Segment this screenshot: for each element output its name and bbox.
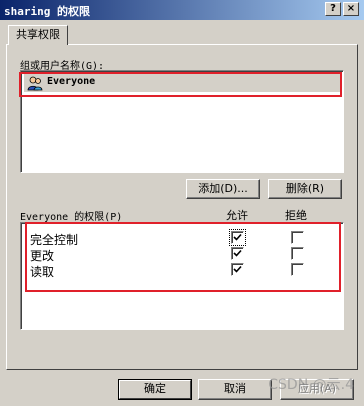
list-item-everyone[interactable]: Everyone [24, 74, 340, 92]
tab-share-permissions[interactable]: 共享权限 [8, 25, 68, 45]
title-bar[interactable]: sharing 的权限 ? × [0, 0, 364, 20]
permission-row-full-control: 完全控制 [21, 229, 343, 247]
user-group-icon [27, 76, 43, 91]
help-icon: ? [330, 3, 336, 14]
close-button[interactable]: × [343, 2, 359, 16]
help-button[interactable]: ? [325, 2, 341, 16]
apply-button-label: 应用(A) [297, 382, 337, 395]
permissions-dialog: sharing 的权限 ? × 共享权限 组或用户名称(G): Everyone… [0, 0, 364, 406]
checkmark-icon [233, 265, 242, 273]
apply-button[interactable]: 应用(A) [280, 379, 354, 400]
checkmark-icon [233, 233, 242, 241]
deny-header: 拒绝 [285, 209, 307, 222]
permission-row-read: 读取 [21, 262, 343, 279]
close-icon: × [346, 3, 356, 14]
deny-checkbox[interactable] [291, 263, 304, 276]
deny-checkbox[interactable] [291, 231, 304, 244]
deny-checkbox[interactable] [291, 247, 304, 260]
checkmark-icon [233, 249, 242, 257]
allow-header: 允许 [226, 209, 248, 222]
permissions-list: 完全控制 更改 读取 [20, 222, 344, 330]
groups-listbox[interactable]: Everyone [20, 70, 344, 173]
window-title: sharing 的权限 [4, 5, 90, 18]
add-button[interactable]: 添加(D)... [186, 179, 260, 199]
ok-button[interactable]: 确定 [118, 379, 192, 400]
permissions-label: Everyone 的权限(P) [20, 212, 123, 223]
remove-button-label: 删除(R) [285, 182, 325, 195]
permission-name: 读取 [30, 265, 55, 279]
allow-checkbox[interactable] [231, 263, 244, 276]
ok-button-label: 确定 [144, 382, 166, 395]
cancel-button[interactable]: 取消 [198, 379, 272, 400]
tab-label: 共享权限 [16, 28, 60, 41]
add-button-label: 添加(D)... [198, 182, 248, 195]
remove-button[interactable]: 删除(R) [268, 179, 342, 199]
group-name: Everyone [47, 76, 96, 87]
allow-checkbox[interactable] [231, 231, 244, 244]
permission-row-change: 更改 [21, 246, 343, 263]
allow-checkbox[interactable] [231, 247, 244, 260]
cancel-button-label: 取消 [224, 382, 246, 395]
